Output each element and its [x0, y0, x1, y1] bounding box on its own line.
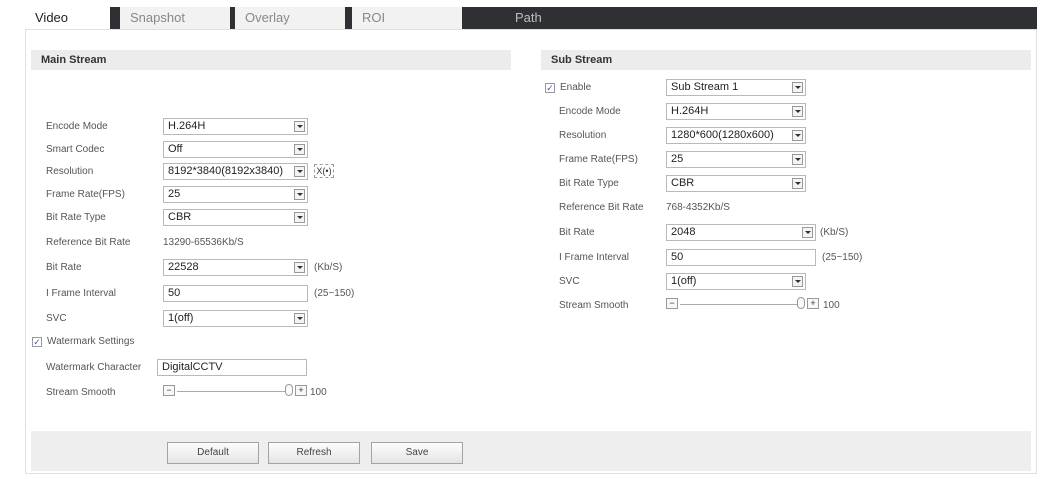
chevron-down-icon [802, 227, 813, 238]
chevron-down-icon [792, 178, 803, 189]
sub-stream-smooth-handle[interactable] [797, 297, 805, 309]
sub-bit-rate-value: 2048 [671, 226, 696, 238]
main-resolution-label: Resolution [46, 166, 94, 177]
sub-stream-smooth-label: Stream Smooth [559, 300, 629, 311]
main-bit-rate-value: 22528 [168, 261, 199, 273]
main-iframe-interval-input[interactable]: 50 [163, 285, 308, 302]
chevron-down-icon [792, 82, 803, 93]
chevron-down-icon [294, 189, 305, 200]
main-frame-rate-select[interactable]: 25 [163, 186, 308, 203]
chevron-down-icon [294, 262, 305, 273]
plus-icon[interactable]: + [807, 298, 819, 309]
chevron-down-icon [792, 276, 803, 287]
sub-iframe-interval-range: (25~150) [822, 252, 863, 263]
sub-bit-rate-type-value: CBR [671, 177, 695, 189]
sub-bit-rate-select[interactable]: 2048 [666, 224, 816, 241]
main-iframe-interval-label: I Frame Interval [46, 288, 117, 299]
chevron-down-icon [792, 154, 803, 165]
sub-reference-bit-rate-label: Reference Bit Rate [559, 202, 644, 213]
sub-encode-mode-label: Encode Mode [559, 106, 621, 117]
sub-stream-type-value: Sub Stream 1 [671, 81, 739, 93]
sub-stream-type-select[interactable]: Sub Stream 1 [666, 79, 806, 96]
default-button[interactable]: Default [167, 442, 259, 464]
sub-svc-label: SVC [559, 276, 580, 287]
minus-icon[interactable]: − [666, 298, 678, 309]
main-stream-smooth-handle[interactable] [285, 384, 293, 396]
chevron-down-icon [294, 166, 305, 177]
main-bit-rate-unit: (Kb/S) [314, 262, 343, 273]
main-bit-rate-type-select[interactable]: CBR [163, 209, 308, 226]
main-resolution-value: 8192*3840(8192x3840) [168, 165, 283, 177]
sub-encode-mode-value: H.264H [671, 105, 709, 117]
tab-overlay[interactable]: Overlay [235, 7, 345, 29]
tab-bar: Video Snapshot Overlay ROI Path [25, 7, 1037, 29]
chevron-down-icon [792, 130, 803, 141]
sub-svc-select[interactable]: 1(off) [666, 273, 806, 290]
sub-stream-smooth-value: 100 [823, 300, 840, 311]
main-bit-rate-type-label: Bit Rate Type [46, 212, 106, 223]
main-encode-mode-label: Encode Mode [46, 121, 108, 132]
chevron-down-icon [294, 212, 305, 223]
main-encode-mode-value: H.264H [168, 120, 206, 132]
main-svc-value: 1(off) [168, 312, 194, 324]
main-stream-smooth-value: 100 [310, 387, 327, 398]
save-button[interactable]: Save [371, 442, 463, 464]
chevron-down-icon [294, 313, 305, 324]
sub-svc-value: 1(off) [671, 275, 697, 287]
main-smart-codec-label: Smart Codec [46, 144, 105, 155]
main-reference-bit-rate-value: 13290-65536Kb/S [163, 237, 244, 248]
main-iframe-interval-range: (25~150) [314, 288, 355, 299]
sub-stream-enable-label: Enable [560, 82, 592, 93]
plus-icon[interactable]: + [295, 385, 307, 396]
tab-snapshot[interactable]: Snapshot [120, 7, 230, 29]
watermark-character-input[interactable]: DigitalCCTV [157, 359, 307, 376]
main-encode-mode-select[interactable]: H.264H [163, 118, 308, 135]
sub-bit-rate-type-select[interactable]: CBR [666, 175, 806, 192]
sub-iframe-interval-input[interactable]: 50 [666, 249, 816, 266]
sub-bit-rate-label: Bit Rate [559, 227, 595, 238]
resolution-extra-button[interactable]: X(•) [314, 164, 334, 178]
sub-bit-rate-type-label: Bit Rate Type [559, 178, 619, 189]
sub-stream-smooth-track[interactable] [680, 304, 798, 305]
sub-encode-mode-select[interactable]: H.264H [666, 103, 806, 120]
chevron-down-icon [294, 144, 305, 155]
main-bit-rate-type-value: CBR [168, 211, 192, 223]
main-smart-codec-value: Off [168, 143, 183, 155]
main-stream-header: Main Stream [31, 50, 511, 70]
sub-frame-rate-label: Frame Rate(FPS) [559, 154, 638, 165]
main-bit-rate-select[interactable]: 22528 [163, 259, 308, 276]
watermark-settings-checkbox[interactable]: ✓ [32, 337, 42, 347]
sub-resolution-select[interactable]: 1280*600(1280x600) [666, 127, 806, 144]
sub-resolution-value: 1280*600(1280x600) [671, 129, 774, 141]
sub-iframe-interval-label: I Frame Interval [559, 252, 630, 263]
main-stream-smooth-track[interactable] [177, 391, 286, 392]
minus-icon[interactable]: − [163, 385, 175, 396]
main-svc-label: SVC [46, 313, 67, 324]
refresh-button[interactable]: Refresh [268, 442, 360, 464]
main-reference-bit-rate-label: Reference Bit Rate [46, 237, 131, 248]
watermark-character-label: Watermark Character [46, 362, 142, 373]
chevron-down-icon [792, 106, 803, 117]
video-settings-panel: Main Stream Encode Mode H.264H Smart Cod… [25, 29, 1037, 474]
sub-resolution-label: Resolution [559, 130, 607, 141]
main-stream-smooth-label: Stream Smooth [46, 387, 116, 398]
main-svc-select[interactable]: 1(off) [163, 310, 308, 327]
main-frame-rate-value: 25 [168, 188, 181, 200]
main-smart-codec-select[interactable]: Off [163, 141, 308, 158]
watermark-settings-label: Watermark Settings [47, 336, 135, 347]
main-resolution-select[interactable]: 8192*3840(8192x3840) [163, 163, 308, 180]
sub-stream-header: Sub Stream [541, 50, 1031, 70]
tab-path[interactable]: Path [505, 7, 565, 29]
chevron-down-icon [294, 121, 305, 132]
main-frame-rate-label: Frame Rate(FPS) [46, 189, 125, 200]
sub-frame-rate-value: 25 [671, 153, 684, 165]
sub-stream-enable-checkbox[interactable]: ✓ [545, 83, 555, 93]
main-bit-rate-label: Bit Rate [46, 262, 82, 273]
tab-roi[interactable]: ROI [352, 7, 462, 29]
tab-video[interactable]: Video [25, 7, 110, 29]
sub-frame-rate-select[interactable]: 25 [666, 151, 806, 168]
footer-bar: Default Refresh Save [31, 431, 1031, 471]
sub-bit-rate-unit: (Kb/S) [820, 227, 849, 238]
sub-reference-bit-rate-value: 768-4352Kb/S [666, 202, 730, 213]
